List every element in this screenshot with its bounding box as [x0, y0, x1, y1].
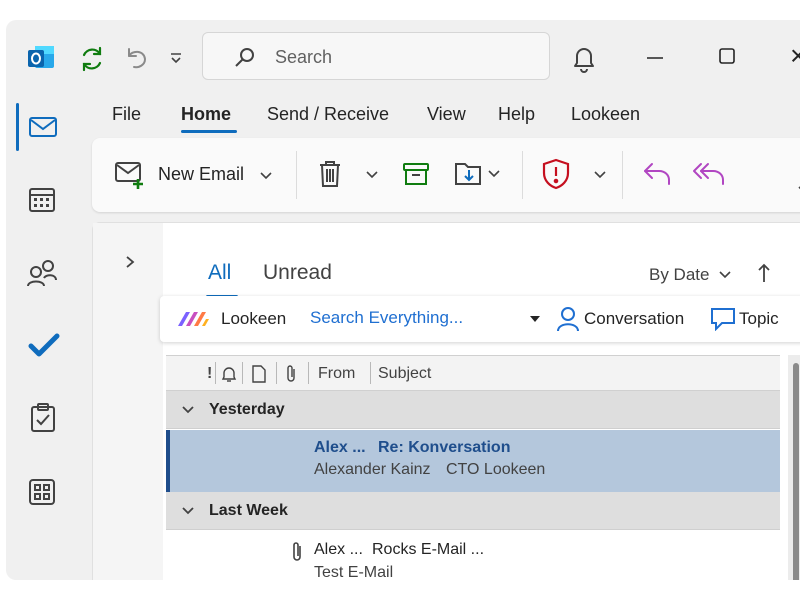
from-column[interactable]: From	[318, 365, 355, 383]
sort-direction-arrow-icon[interactable]	[757, 263, 771, 283]
tab-all[interactable]: All	[208, 261, 231, 285]
ribbon: New Email	[92, 138, 800, 212]
search-box[interactable]	[202, 32, 550, 80]
quick-access-dropdown-icon[interactable]	[168, 50, 184, 66]
tasks-clipboard-icon[interactable]	[30, 403, 56, 433]
delete-trash-icon[interactable]	[318, 160, 342, 188]
chevron-down-icon[interactable]	[719, 271, 731, 279]
lookeen-search-dropdown-icon[interactable]	[530, 316, 540, 322]
reply-all-icon[interactable]	[692, 160, 726, 188]
message-from: Alex ...	[314, 439, 366, 456]
ribbon-separator	[522, 151, 523, 199]
ribbon-separator	[296, 151, 297, 199]
expand-folder-pane-icon[interactable]	[125, 255, 135, 269]
maximize-icon[interactable]	[718, 47, 736, 65]
importance-column[interactable]: !	[207, 365, 212, 383]
move-to-folder-icon[interactable]	[454, 158, 484, 188]
reminder-bell-column-icon[interactable]	[221, 365, 237, 383]
undo-icon[interactable]	[122, 44, 150, 72]
move-dropdown-chevron-icon[interactable]	[488, 170, 500, 178]
item-type-column-icon[interactable]	[252, 365, 266, 383]
new-email-icon	[114, 160, 146, 190]
tab-unread[interactable]: Unread	[263, 261, 332, 285]
subject-column[interactable]: Subject	[378, 365, 431, 383]
people-icon[interactable]	[26, 258, 58, 288]
group-header-last-week[interactable]: Last Week	[166, 492, 780, 530]
menu-file[interactable]: File	[112, 104, 141, 125]
new-email-button[interactable]: New Email	[110, 152, 285, 198]
folder-pane-collapsed	[93, 223, 163, 580]
lookeen-search-bar: Lookeen Conversation Topic	[160, 296, 800, 342]
delete-dropdown-chevron-icon[interactable]	[366, 171, 378, 179]
rail-active-indicator	[16, 103, 19, 151]
mail-icon[interactable]	[28, 115, 58, 139]
attachment-icon	[290, 541, 304, 563]
chevron-down-icon[interactable]	[182, 507, 194, 515]
message-sender-full: Alexander Kainz	[314, 461, 431, 478]
close-icon[interactable]: ×	[790, 40, 800, 72]
topic-button[interactable]: Topic	[739, 309, 779, 329]
menu-send-receive[interactable]: Send / Receive	[267, 104, 389, 125]
lookeen-logo-icon	[176, 310, 210, 328]
report-shield-icon[interactable]	[542, 158, 570, 190]
apps-icon[interactable]	[28, 478, 56, 506]
search-icon	[233, 45, 257, 69]
todo-icon[interactable]	[28, 332, 60, 358]
message-subject: Re: Konversation	[378, 439, 511, 456]
group-header-yesterday[interactable]: Yesterday	[166, 391, 780, 429]
sync-icon[interactable]	[78, 45, 106, 73]
menu-home[interactable]: Home	[181, 104, 231, 125]
message-preview: CTO Lookeen	[446, 461, 546, 478]
sort-by-date-button[interactable]: By Date	[649, 265, 709, 285]
attachment-column-icon[interactable]	[284, 364, 298, 384]
message-preview: Test E-Mail	[314, 564, 394, 580]
group-label: Yesterday	[209, 401, 285, 418]
new-email-label: New Email	[158, 164, 245, 184]
topic-chat-icon	[710, 307, 736, 331]
scrollbar-thumb[interactable]	[793, 363, 799, 580]
chevron-down-icon	[260, 172, 272, 180]
reply-icon[interactable]	[642, 160, 672, 188]
menu-help[interactable]: Help	[498, 104, 535, 125]
search-input[interactable]	[275, 45, 535, 69]
lookeen-search-input[interactable]	[306, 305, 534, 331]
menu-lookeen[interactable]: Lookeen	[571, 104, 640, 125]
column-header: ! From Subject	[166, 355, 780, 391]
ribbon-separator	[622, 151, 623, 199]
conversation-button[interactable]: Conversation	[584, 309, 684, 329]
list-scrollbar[interactable]	[788, 355, 800, 580]
outlook-logo-icon	[26, 43, 56, 73]
lookeen-brand-label: Lookeen	[221, 309, 287, 328]
message-row[interactable]: Alex ... Rocks E-Mail ... Test E-Mail	[166, 531, 780, 580]
menu-home-underline	[181, 130, 237, 133]
archive-icon[interactable]	[402, 162, 430, 186]
bell-icon[interactable]	[570, 43, 598, 73]
minimize-icon[interactable]	[646, 56, 664, 60]
message-from: Alex ...	[314, 541, 363, 558]
report-dropdown-chevron-icon[interactable]	[594, 171, 606, 179]
message-subject: Rocks E-Mail ...	[372, 541, 485, 558]
calendar-icon[interactable]	[28, 185, 56, 213]
message-row[interactable]: Alex ... Re: Konversation Alexander Kain…	[166, 430, 780, 492]
group-label: Last Week	[209, 502, 288, 519]
menu-view[interactable]: View	[427, 104, 466, 125]
conversation-person-icon	[556, 306, 580, 332]
chevron-down-icon[interactable]	[182, 406, 194, 414]
